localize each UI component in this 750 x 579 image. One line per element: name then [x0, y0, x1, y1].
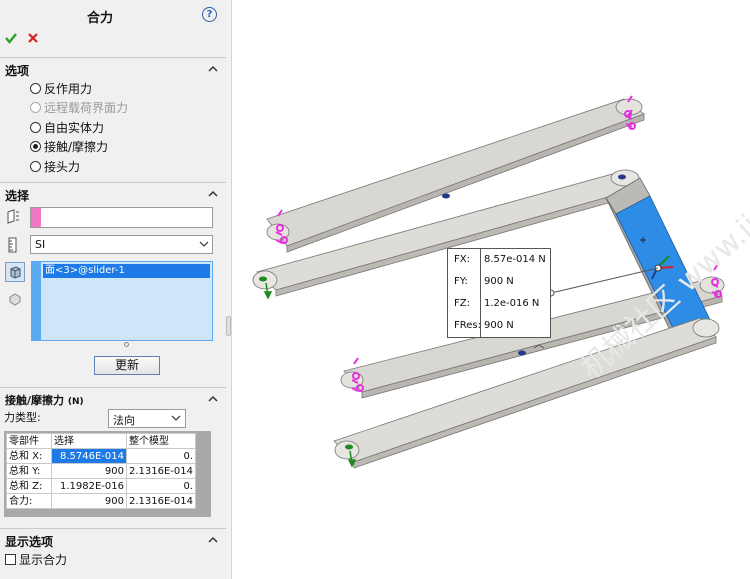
table-cell: 1.1982E-016 — [51, 478, 127, 494]
close-icon[interactable] — [27, 32, 39, 44]
check-icon[interactable] — [4, 31, 18, 45]
table-cell: 2.1316E-014 — [125, 463, 197, 479]
graphics-viewport[interactable]: 机械社区 www.jixie.com FX: 8.57e-014 N FY: 9… — [232, 0, 750, 579]
table-header-row: 零部件 选择 整个模型 — [6, 433, 197, 449]
table-cell: 900 — [51, 463, 127, 479]
table-row: 合力: 900 2.1316E-014 — [6, 493, 197, 509]
radio-label: 反作用力 — [44, 82, 93, 96]
force-type-label: 力类型: — [4, 411, 41, 424]
property-manager-panel: 合力 ? 选项 反作用力 远程载荷界面力 自由实体力 接触/摩擦力 接头力 选择… — [0, 0, 227, 579]
table-cell[interactable]: 8.5746E-014 — [51, 448, 127, 464]
column-header: 选择 — [51, 433, 127, 449]
panel-title: 合力 — [86, 11, 113, 26]
tooltip-row: FRes: 900 N — [448, 315, 552, 337]
list-item[interactable]: 面<3>@slider-1 — [43, 264, 210, 278]
results-table: 零部件 选择 整个模型 总和 X: 8.5746E-014 0. 总和 Y: 9… — [6, 433, 197, 509]
options-section-title: 选项 — [5, 64, 30, 78]
tooltip-key: FY: — [454, 276, 468, 287]
column-header: 零部件 — [6, 433, 52, 449]
update-button[interactable]: 更新 — [94, 356, 160, 375]
units-icon — [7, 237, 19, 253]
row-label: 合力: — [6, 493, 52, 509]
units-value: SI — [35, 238, 46, 251]
show-resultant-checkbox[interactable] — [5, 554, 16, 565]
tooltip-key: FRes: — [454, 320, 481, 331]
table-cell: 2.1316E-014 — [125, 493, 197, 509]
table-row: 总和 Z: 1.1982E-016 0. — [6, 478, 197, 494]
section-divider — [0, 528, 226, 529]
tooltip-value: 8.57e-014 N — [484, 254, 546, 265]
table-cell: 0. — [125, 478, 197, 494]
selection-field[interactable] — [30, 207, 213, 228]
show-resultant-label: 显示合力 — [19, 553, 68, 567]
chevron-down-icon — [199, 239, 209, 252]
tooltip-value: 1.2e-016 N — [484, 298, 540, 309]
resize-handle[interactable] — [124, 342, 129, 347]
radio-contact-friction-force[interactable] — [30, 141, 41, 152]
radio-label: 接头力 — [44, 160, 81, 174]
tooltip-value: 900 N — [484, 320, 514, 331]
force-type-select[interactable]: 法向 — [108, 409, 186, 428]
tooltip-row: FY: 900 N — [448, 271, 552, 293]
tooltip-row: FX: 8.57e-014 N — [448, 249, 552, 271]
contact-section-title: 接触/摩擦力 (N) — [5, 392, 84, 408]
radio-label: 自由实体力 — [44, 121, 105, 135]
tooltip-key: FZ: — [454, 298, 470, 309]
selection-list-color-bar — [31, 261, 40, 341]
probe-leader-line — [550, 267, 659, 294]
table-cell: 900 — [51, 493, 127, 509]
radio-free-body-force[interactable] — [30, 122, 41, 133]
section-divider — [0, 57, 226, 58]
body-filter-icon[interactable] — [7, 291, 23, 307]
display-section-title: 显示选项 — [5, 535, 54, 549]
chevron-up-icon[interactable] — [207, 393, 219, 405]
contact-title-unit: (N) — [67, 397, 84, 407]
selection-section-title: 选择 — [5, 189, 30, 203]
face-selection-icon — [5, 208, 21, 224]
radio-label: 远程载荷界面力 — [44, 101, 129, 115]
chevron-down-icon — [171, 413, 181, 426]
component-filter-icon[interactable] — [5, 262, 25, 282]
selected-entities-list[interactable]: 面<3>@slider-1 — [40, 261, 213, 341]
splitter-grip-icon[interactable] — [226, 316, 231, 336]
section-divider — [0, 387, 226, 388]
tooltip-value: 900 N — [484, 276, 514, 287]
radio-remote-load-interface — [30, 102, 41, 113]
row-label: 总和 Z: — [6, 478, 52, 494]
tooltip-key: FX: — [454, 254, 470, 265]
column-header: 整个模型 — [125, 433, 197, 449]
tooltip-row: FZ: 1.2e-016 N — [448, 293, 552, 315]
probe-tooltip[interactable]: FX: 8.57e-014 N FY: 900 N FZ: 1.2e-016 N… — [447, 248, 551, 338]
section-divider — [0, 182, 226, 183]
chevron-up-icon[interactable] — [207, 534, 219, 546]
chevron-up-icon[interactable] — [207, 188, 219, 200]
row-label: 总和 Y: — [6, 463, 52, 479]
table-row: 总和 X: 8.5746E-014 0. — [6, 448, 197, 464]
radio-label: 接触/摩擦力 — [44, 140, 109, 154]
table-cell: 0. — [125, 448, 197, 464]
chevron-up-icon[interactable] — [207, 63, 219, 75]
radio-reaction-force[interactable] — [30, 83, 41, 94]
selection-color-swatch — [31, 208, 41, 227]
force-type-value: 法向 — [113, 414, 135, 427]
help-icon[interactable]: ? — [202, 7, 217, 22]
table-row: 总和 Y: 900 2.1316E-014 — [6, 463, 197, 479]
units-select[interactable]: SI — [30, 235, 213, 254]
radio-connector-force[interactable] — [30, 161, 41, 172]
contact-title-text: 接触/摩擦力 — [5, 394, 65, 407]
row-label: 总和 X: — [6, 448, 52, 464]
